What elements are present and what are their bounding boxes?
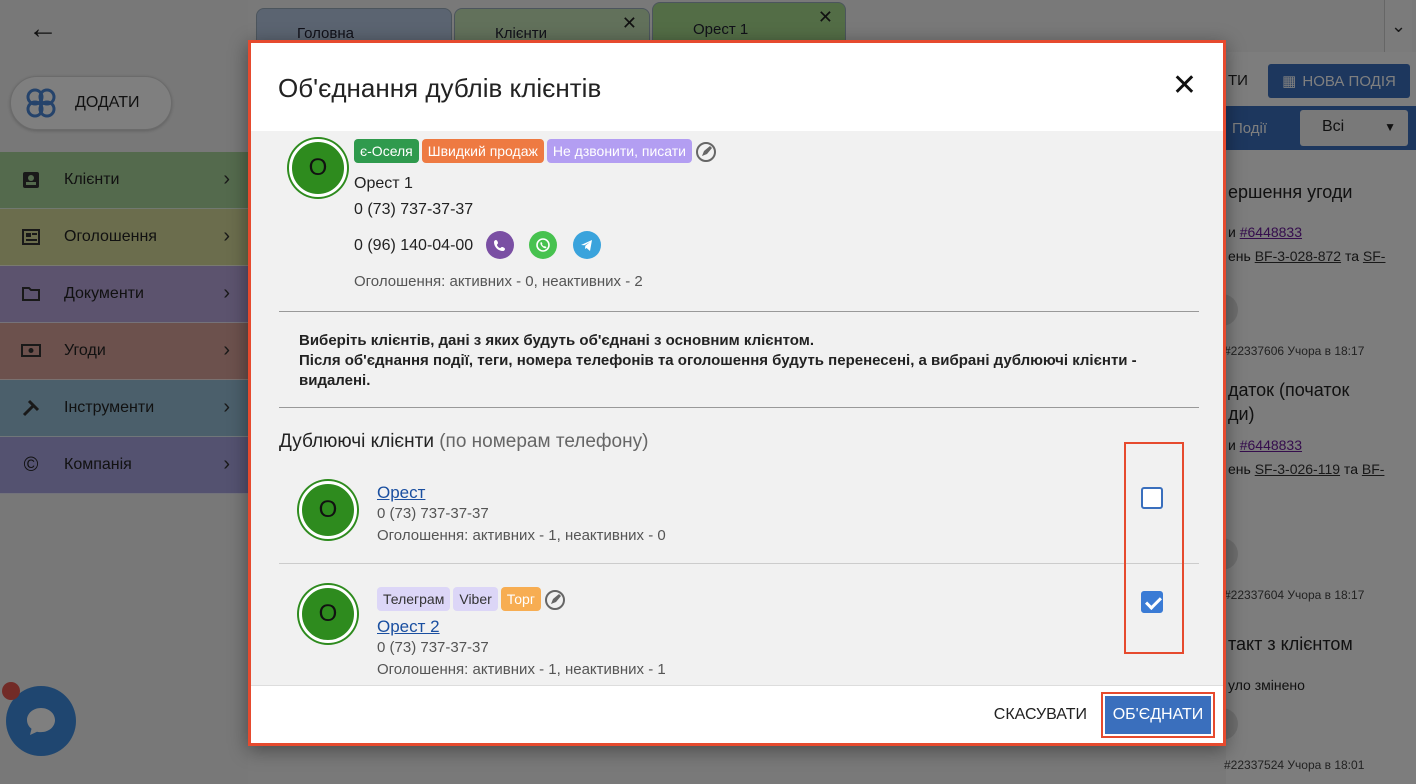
dialog-body: О є-Оселя Швидкий продаж Не дзвонити, пи…: [251, 131, 1223, 685]
tag: є-Оселя: [354, 139, 419, 163]
tag: Торг: [500, 587, 541, 611]
main-client-phone: 0 (96) 140-04-00: [354, 237, 474, 254]
merge-notice: Виберіть клієнтів, дані з яких будуть об…: [299, 331, 1179, 391]
duplicate-name-link[interactable]: Орест 2: [377, 617, 440, 637]
checkbox-highlight: [1124, 442, 1184, 654]
duplicate-avatar: О: [299, 481, 357, 539]
close-icon[interactable]: ✕: [1172, 69, 1197, 103]
duplicate-tags: Телеграм Viber Торг: [377, 587, 566, 611]
duplicates-heading: Дублюючі клієнти (по номерам телефону): [279, 431, 648, 453]
cancel-button[interactable]: СКАСУВАТИ: [994, 706, 1087, 724]
tag: Швидкий продаж: [421, 139, 544, 163]
merge-button[interactable]: ОБ'ЄДНАТИ: [1105, 696, 1211, 734]
avatar-initial: О: [318, 600, 338, 627]
duplicate-name-link[interactable]: Орест: [377, 483, 425, 503]
avatar-initial: О: [318, 496, 338, 523]
list-item: О Орест 0 (73) 737-37-37 Оголошення: акт…: [279, 471, 1199, 564]
whatsapp-icon[interactable]: [529, 231, 557, 259]
merge-duplicates-dialog: Об'єднання дублів клієнтів ✕ О є-Оселя Ш…: [248, 40, 1226, 746]
telegram-icon[interactable]: [573, 231, 601, 259]
divider: [279, 407, 1199, 408]
duplicate-phone: 0 (73) 737-37-37: [377, 639, 489, 656]
main-client-phone: 0 (73) 737-37-37: [354, 201, 474, 218]
dialog-title: Об'єднання дублів клієнтів: [278, 73, 602, 103]
divider: [279, 311, 1199, 312]
duplicate-avatar: О: [299, 585, 357, 643]
dialog-header: Об'єднання дублів клієнтів ✕: [251, 43, 1223, 131]
avatar-initial: О: [308, 154, 328, 181]
notice-line: Виберіть клієнтів, дані з яких будуть об…: [299, 332, 815, 349]
duplicate-ads-stats: Оголошення: активних - 1, неактивних - 0: [377, 527, 666, 544]
merge-button-highlight: ОБ'ЄДНАТИ: [1101, 692, 1215, 738]
tag: Не дзвонити, писати: [546, 139, 692, 163]
duplicates-title: Дублюючі клієнти: [279, 431, 434, 452]
notice-line: Після об'єднання події, теги, номера тел…: [299, 352, 1137, 389]
tag: Viber: [453, 587, 498, 611]
main-client-avatar: О: [289, 139, 347, 197]
tag: Телеграм: [377, 587, 451, 611]
duplicate-phone: 0 (73) 737-37-37: [377, 505, 489, 522]
main-client-ads-stats: Оголошення: активних - 0, неактивних - 2: [354, 273, 643, 290]
list-item: О Телеграм Viber Торг Орест 2 0 (73) 737…: [279, 571, 1199, 685]
main-client-name: Орест 1: [354, 175, 413, 192]
dialog-footer: СКАСУВАТИ ОБ'ЄДНАТИ: [251, 685, 1223, 743]
edit-tags-icon[interactable]: [695, 141, 717, 163]
main-client-tags: є-Оселя Швидкий продаж Не дзвонити, писа…: [354, 139, 717, 163]
edit-tags-icon[interactable]: [544, 589, 566, 611]
divider: [279, 563, 1199, 564]
viber-icon[interactable]: [486, 231, 514, 259]
duplicate-ads-stats: Оголошення: активних - 1, неактивних - 1: [377, 661, 666, 678]
duplicates-subtitle: (по номерам телефону): [439, 431, 649, 452]
